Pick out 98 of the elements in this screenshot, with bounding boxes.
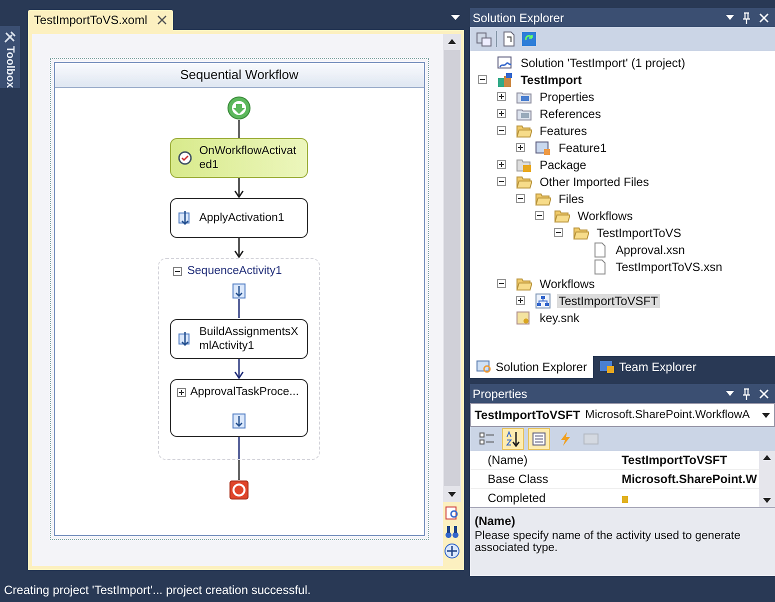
tree-item[interactable]: Workflows	[576, 208, 635, 222]
binoculars-icon[interactable]	[444, 524, 460, 540]
tree-toggle[interactable]	[554, 228, 563, 237]
tree-item[interactable]: Approval.xsn	[614, 242, 687, 256]
magnifier-window-icon	[476, 360, 492, 374]
folder-icon	[516, 276, 532, 292]
team-icon	[598, 360, 615, 374]
status-text: Creating project 'TestImport'... project creation successful.	[3, 582, 312, 599]
panel-title: Properties	[472, 386, 528, 400]
show-all-files-icon[interactable]	[500, 31, 517, 47]
end-icon	[229, 480, 250, 500]
connector-arrow	[234, 359, 244, 379]
panel-tab[interactable]: Team Explorer	[592, 356, 702, 378]
lock-icon	[622, 494, 628, 502]
folder-icon	[534, 190, 551, 206]
property-name[interactable]: Base Class	[470, 472, 622, 486]
dropdown-arrow-icon[interactable]	[762, 412, 770, 418]
property-value[interactable]: TestImportToVSFT	[622, 453, 728, 467]
folder-icon	[572, 224, 589, 240]
vertical-scrollbar[interactable]	[758, 451, 775, 507]
property-name[interactable]: Completed	[470, 491, 622, 505]
feature-icon	[534, 140, 551, 156]
solution-icon	[496, 54, 513, 70]
description-text: Please specify name of the activity used to generate associated type.	[474, 530, 742, 554]
start-icon	[227, 96, 252, 120]
vertical-scrollbar[interactable]	[442, 34, 461, 502]
tree-item[interactable]: Feature1	[556, 140, 609, 154]
tree-toggle[interactable]	[516, 194, 525, 203]
zoom-page-icon[interactable]	[444, 505, 460, 521]
property-pages-icon	[582, 431, 599, 447]
dropdown-arrow-icon[interactable]	[726, 15, 734, 20]
tree-toggle[interactable]	[534, 211, 544, 220]
pan-icon[interactable]	[444, 543, 460, 559]
composite-activity-box[interactable]: ApprovalTaskProce...	[170, 379, 308, 437]
project-icon	[496, 72, 513, 88]
properties-button[interactable]	[528, 428, 550, 450]
workflow-title: Sequential Workflow	[54, 63, 424, 88]
file-icon	[592, 242, 608, 258]
description-title: (Name)	[474, 514, 516, 528]
drop-target-icon	[232, 283, 246, 299]
tree-toggle[interactable]	[516, 296, 525, 305]
panel-title: Solution Explorer	[472, 10, 564, 24]
property-value[interactable]: Microsoft.SharePoint.W	[622, 472, 757, 486]
property-name[interactable]: (Name)	[470, 453, 622, 467]
tree-item[interactable]: TestImportToVS	[594, 226, 684, 240]
connector-arrow	[234, 178, 244, 198]
connector-line	[236, 120, 242, 138]
tree-toggle[interactable]	[496, 160, 506, 169]
tree-item[interactable]: Solution 'TestImport' (1 project)	[518, 56, 688, 70]
tree-item[interactable]: TestImport	[518, 72, 584, 86]
tree-item[interactable]: Files	[556, 192, 586, 206]
activity-box[interactable]: OnWorkflowActivated1	[170, 138, 308, 178]
sort-az-icon	[504, 431, 521, 447]
property-list-icon	[530, 431, 547, 447]
tree-item[interactable]: Features	[538, 124, 589, 138]
tree-item[interactable]: Other Imported Files	[538, 174, 651, 188]
category-list-icon	[478, 431, 495, 447]
tree-item[interactable]: key.snk	[538, 310, 582, 324]
object-selector[interactable]: TestImportToVSFT Microsoft.SharePoint.WorkflowA	[470, 403, 775, 427]
tree-toggle[interactable]	[496, 177, 506, 186]
pin-icon[interactable]	[742, 388, 751, 400]
tree-toggle[interactable]	[496, 92, 506, 101]
activity-box[interactable]: BuildAssignmentsXmlActivity1	[170, 319, 308, 359]
pin-icon[interactable]	[742, 12, 751, 24]
close-icon[interactable]	[157, 15, 168, 25]
collapse-icon[interactable]	[173, 266, 182, 276]
activity-box[interactable]: ApplyActivation1	[170, 198, 308, 238]
alphabetical-button[interactable]	[502, 428, 524, 450]
tree-item[interactable]: Properties	[538, 90, 596, 104]
panel-tab[interactable]: Solution Explorer	[470, 356, 593, 378]
package-icon	[516, 156, 532, 172]
folder-icon	[516, 174, 532, 190]
tree-toggle[interactable]	[516, 143, 525, 152]
wrench-icon	[2, 30, 17, 44]
dropdown-arrow-icon[interactable]	[450, 15, 460, 20]
connector-arrow	[234, 238, 244, 258]
tree-item[interactable]: TestImportToVSFT	[556, 294, 660, 308]
tree-item[interactable]: References	[538, 106, 603, 120]
folder-icon	[554, 208, 570, 224]
toolbox-tab[interactable]: Toolbox	[0, 26, 20, 88]
workflow-icon	[534, 292, 551, 308]
dropdown-arrow-icon[interactable]	[726, 391, 734, 396]
tree-toggle[interactable]	[496, 109, 506, 118]
file-icon	[592, 258, 608, 274]
folder-icon	[516, 122, 532, 138]
key-file-icon	[516, 310, 532, 326]
document-tab[interactable]: TestImportToVS.xoml	[28, 10, 174, 30]
tree-toggle[interactable]	[478, 75, 487, 84]
tree-toggle[interactable]	[496, 126, 506, 135]
tree-item[interactable]: TestImportToVS.xsn	[614, 260, 724, 274]
sequence-label: SequenceActivity1	[187, 265, 282, 277]
drop-target-icon	[232, 413, 246, 429]
tree-item[interactable]: Package	[538, 158, 588, 172]
expand-icon[interactable]	[177, 388, 186, 396]
event-icon	[177, 150, 194, 166]
tree-toggle[interactable]	[496, 279, 506, 288]
properties-window-icon[interactable]	[476, 31, 492, 47]
tree-item[interactable]: Workflows	[538, 276, 597, 290]
